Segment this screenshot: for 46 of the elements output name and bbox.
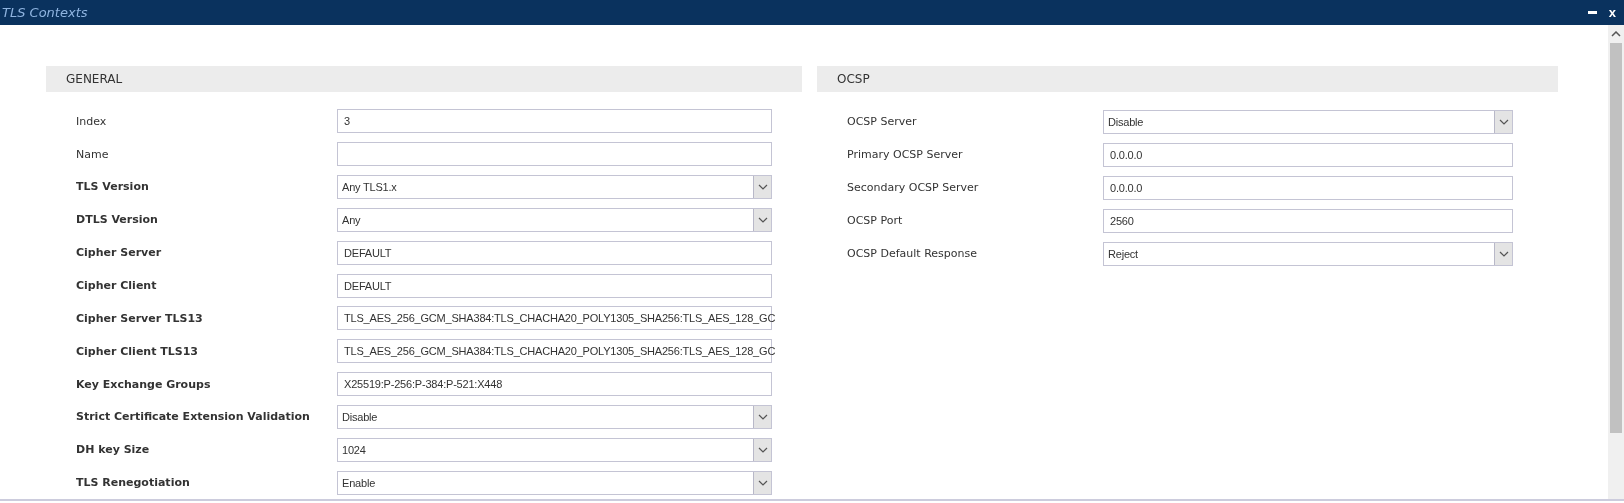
field-label: Index <box>76 114 108 128</box>
minimize-icon[interactable] <box>1587 11 1597 14</box>
section-header: OCSP <box>817 66 1558 92</box>
caret-icon <box>757 413 768 420</box>
caret-icon <box>757 446 768 453</box>
caret-icon <box>757 184 768 190</box>
field-label: Cipher Client <box>76 279 158 292</box>
window-title: TLS Contexts <box>2 5 88 20</box>
caret-icon <box>757 479 768 486</box>
dropdown[interactable]: Disable <box>337 404 772 429</box>
input-field[interactable]: X25519:P-256:P-384:P-521:X448 <box>337 372 772 397</box>
input-field[interactable]: 0.0.0.0 <box>1103 175 1513 200</box>
input-field[interactable]: 0.0.0.0 <box>1103 142 1513 167</box>
caret-icon <box>757 216 768 223</box>
field-label: TLS Renegotiation <box>76 476 191 490</box>
scroll-up-icon[interactable] <box>1611 31 1621 37</box>
field-label: Key Exchange Groups <box>76 377 212 391</box>
field-label: Strict Certificate Extension Validation <box>76 410 311 424</box>
dropdown[interactable]: Enable <box>337 470 772 495</box>
dropdown[interactable]: Any <box>337 207 772 232</box>
field-label: OCSP Default Response <box>847 247 978 260</box>
field-label: Cipher Server TLS13 <box>76 311 204 325</box>
field-label: DH key Size <box>76 443 151 457</box>
dropdown[interactable]: Reject <box>1103 241 1513 266</box>
field-label: Cipher Server <box>76 246 163 260</box>
caret-icon <box>1498 250 1509 257</box>
field-label: TLS Version <box>76 180 150 194</box>
field-label: Cipher Client TLS13 <box>76 344 199 358</box>
section-header: GENERAL <box>46 66 802 92</box>
caret-icon <box>1498 118 1509 125</box>
input-field[interactable]: 3 <box>337 109 772 134</box>
input-field[interactable] <box>337 142 772 167</box>
input-field[interactable]: DEFAULT <box>337 240 772 265</box>
field-label: OCSP Server <box>847 115 918 128</box>
scrollbar[interactable] <box>1608 25 1624 499</box>
field-label: Primary OCSP Server <box>847 148 964 161</box>
dropdown[interactable]: Any TLS1.x <box>337 175 772 199</box>
dropdown[interactable]: 1024 <box>337 437 772 462</box>
dropdown[interactable]: Disable <box>1103 109 1513 134</box>
field-label: OCSP Port <box>847 214 904 227</box>
input-field[interactable]: 2560 <box>1103 208 1513 233</box>
input-field[interactable]: DEFAULT <box>337 273 772 298</box>
close-button[interactable]: x <box>1608 5 1616 20</box>
field-label: DTLS Version <box>76 213 159 227</box>
field-label: Secondary OCSP Server <box>847 181 980 194</box>
field-label: Name <box>76 147 110 161</box>
